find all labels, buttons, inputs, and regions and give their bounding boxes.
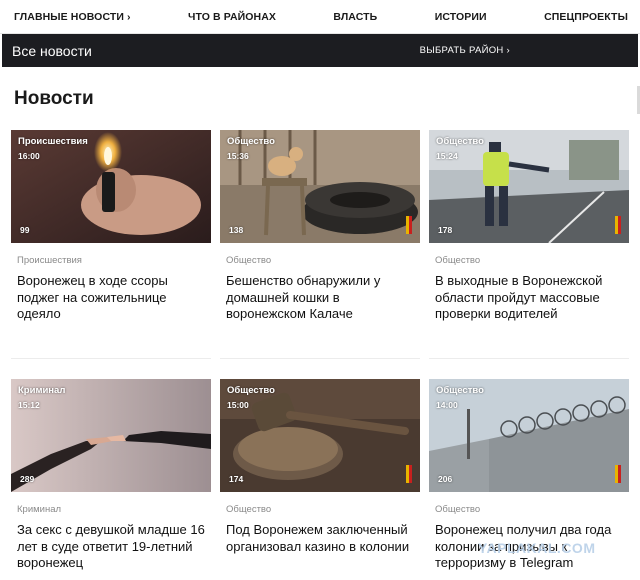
views-count: 206 xyxy=(438,474,453,484)
thumb-time: 15:24 xyxy=(436,151,458,161)
news-card[interactable]: Общество 15:24 178 Общество В выходные в… xyxy=(429,130,629,323)
page-title: Новости xyxy=(14,88,94,109)
choose-region-link[interactable]: ВЫБРАТЬ РАЙОН › xyxy=(420,45,510,56)
news-card[interactable]: Происшествия 16:00 99 Происшествия Ворон… xyxy=(11,130,211,323)
nav-districts[interactable]: ЧТО В РАЙОНАХ xyxy=(188,11,276,23)
card-title[interactable]: В выходные в Воронежской области пройдут… xyxy=(435,273,629,323)
thumb-category: Общество xyxy=(436,385,484,396)
nav-main-news[interactable]: ГЛАВНЫЕ НОВОСТИ › xyxy=(14,11,131,23)
card-category[interactable]: Общество xyxy=(435,504,629,515)
top-navigation: ГЛАВНЫЕ НОВОСТИ › ЧТО В РАЙОНАХ ВЛАСТЬ И… xyxy=(0,0,640,34)
card-category[interactable]: Происшествия xyxy=(17,255,211,266)
nav-special-projects[interactable]: СПЕЦПРОЕКТЫ xyxy=(544,11,628,23)
thumb-time: 15:00 xyxy=(227,400,249,410)
divider xyxy=(429,358,629,359)
divider xyxy=(11,358,211,359)
thumb-category: Криминал xyxy=(18,385,66,396)
nav-stories[interactable]: ИСТОРИИ xyxy=(435,11,487,23)
views-count: 289 xyxy=(20,474,35,484)
card-category[interactable]: Криминал xyxy=(17,504,211,515)
news-card[interactable]: Криминал 15:12 289 Криминал За секс с де… xyxy=(11,379,211,572)
card-category[interactable]: Общество xyxy=(435,255,629,266)
card-title[interactable]: Бешенство обнаружили у домашней кошки в … xyxy=(226,273,420,323)
views-count: 99 xyxy=(20,225,30,235)
views-count: 174 xyxy=(229,474,244,484)
thumb-time: 14:00 xyxy=(436,400,458,410)
card-title[interactable]: Под Воронежем заключенный организовал ка… xyxy=(226,522,420,555)
section-bar: Все новости ВЫБРАТЬ РАЙОН › xyxy=(2,34,638,67)
thumb-category: Происшествия xyxy=(18,136,88,147)
news-card[interactable]: Общество 15:00 174 Общество Под Воронеже… xyxy=(220,379,420,555)
news-thumbnail[interactable]: Криминал 15:12 289 xyxy=(11,379,211,492)
views-count: 178 xyxy=(438,225,453,235)
divider xyxy=(220,358,420,359)
views-count: 138 xyxy=(229,225,244,235)
thumb-category: Общество xyxy=(436,136,484,147)
thumb-time: 15:36 xyxy=(227,151,249,161)
thumb-time: 15:12 xyxy=(18,400,40,410)
news-thumbnail[interactable]: Общество 15:00 174 xyxy=(220,379,420,492)
card-title[interactable]: За секс с девушкой младше 16 лет в суде … xyxy=(17,522,211,572)
news-thumbnail[interactable]: Общество 15:24 178 xyxy=(429,130,629,243)
news-card[interactable]: Общество 15:36 138 Общество Бешенство об… xyxy=(220,130,420,323)
card-category[interactable]: Общество xyxy=(226,255,420,266)
card-title[interactable]: Воронежец в ходе ссоры поджег на сожител… xyxy=(17,273,211,323)
thumb-category: Общество xyxy=(227,136,275,147)
thumb-time: 16:00 xyxy=(18,151,40,161)
news-thumbnail[interactable]: Происшествия 16:00 99 xyxy=(11,130,211,243)
all-news-title: Все новости xyxy=(12,42,92,59)
watermark: YAPLAKAL.COM xyxy=(478,540,596,556)
nav-government[interactable]: ВЛАСТЬ xyxy=(333,11,377,23)
card-category[interactable]: Общество xyxy=(226,504,420,515)
news-thumbnail[interactable]: Общество 15:36 138 xyxy=(220,130,420,243)
thumb-category: Общество xyxy=(227,385,275,396)
news-thumbnail[interactable]: Общество 14:00 206 xyxy=(429,379,629,492)
